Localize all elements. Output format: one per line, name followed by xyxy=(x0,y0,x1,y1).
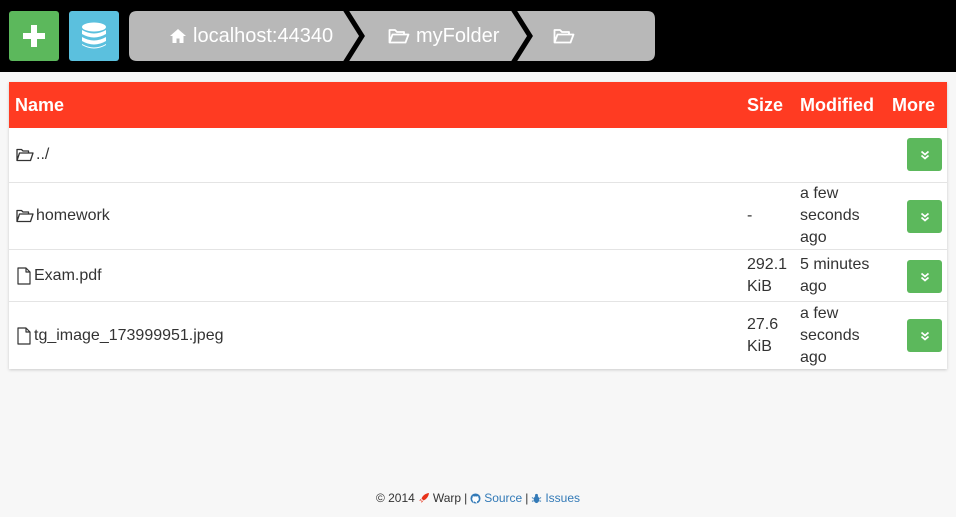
column-header-name[interactable]: Name xyxy=(15,82,64,128)
file-table: Name Size Modified More ../ homework - a… xyxy=(9,82,947,369)
file-name: homework xyxy=(36,207,110,224)
folder-open-icon xyxy=(388,29,410,44)
column-header-more: More xyxy=(892,95,936,115)
file-name: tg_image_173999951.jpeg xyxy=(34,326,224,344)
more-button[interactable] xyxy=(907,138,942,171)
database-button[interactable] xyxy=(69,11,119,61)
table-row: ../ xyxy=(9,128,947,182)
file-name-cell[interactable]: ../ xyxy=(16,128,49,182)
file-size: 27.6 KiB xyxy=(747,315,779,355)
database-icon xyxy=(82,22,106,49)
breadcrumb-label: localhost:44340 xyxy=(193,24,334,47)
file-size: - xyxy=(747,207,753,224)
table-row: homework - a few seconds ago xyxy=(9,182,947,249)
column-header-size[interactable]: Size xyxy=(747,82,783,128)
file-size: 292.1 KiB xyxy=(747,255,788,295)
top-navbar: localhost:44340 myFolder xyxy=(0,0,956,72)
double-chevron-down-icon xyxy=(920,150,929,160)
rocket-icon xyxy=(418,493,429,503)
double-chevron-down-icon xyxy=(920,331,929,341)
folder-open-icon xyxy=(553,29,575,44)
issues-link[interactable]: Issues xyxy=(545,491,580,505)
add-button[interactable] xyxy=(9,11,59,61)
column-header-modified[interactable]: Modified xyxy=(800,82,874,128)
breadcrumb: localhost:44340 myFolder xyxy=(129,11,655,61)
file-modified: 5 minutes ago xyxy=(800,255,870,295)
breadcrumb-item-home[interactable]: localhost:44340 xyxy=(169,11,333,61)
breadcrumb-item-current[interactable] xyxy=(553,11,581,61)
file-name-cell[interactable]: homework xyxy=(16,183,110,249)
breadcrumb-item-myfolder[interactable]: myFolder xyxy=(388,11,499,61)
home-icon xyxy=(170,29,186,43)
double-chevron-down-icon xyxy=(920,212,929,222)
more-button[interactable] xyxy=(907,200,942,233)
file-icon xyxy=(17,266,31,285)
breadcrumb-label: myFolder xyxy=(416,24,500,47)
source-link[interactable]: Source xyxy=(484,491,522,505)
file-icon xyxy=(17,326,31,345)
file-name: ../ xyxy=(36,146,50,163)
table-header: Name Size Modified More xyxy=(9,82,947,128)
table-row: Exam.pdf 292.1 KiB 5 minutes ago xyxy=(9,249,947,301)
double-chevron-down-icon xyxy=(920,272,929,282)
file-name: Exam.pdf xyxy=(34,266,102,284)
file-name-cell[interactable]: tg_image_173999951.jpeg xyxy=(16,302,224,369)
more-button[interactable] xyxy=(907,260,942,293)
copyright-text: © 2014 xyxy=(375,491,415,505)
file-name-cell[interactable]: Exam.pdf xyxy=(16,250,102,301)
footer-separator: | xyxy=(525,491,529,505)
file-size xyxy=(747,128,795,182)
github-icon xyxy=(470,492,481,504)
file-modified: a few seconds ago xyxy=(800,304,860,366)
footer: © 2014 Warp | Source | Issues xyxy=(0,491,956,505)
footer-separator: | xyxy=(464,491,468,505)
more-button[interactable] xyxy=(907,319,942,352)
plus-icon xyxy=(23,25,45,47)
folder-open-icon xyxy=(16,209,34,223)
file-modified xyxy=(800,128,890,182)
table-row: tg_image_173999951.jpeg 27.6 KiB a few s… xyxy=(9,301,947,369)
app-name: Warp xyxy=(432,491,462,505)
bug-icon xyxy=(532,493,542,503)
folder-open-icon xyxy=(16,148,34,162)
file-modified: a few seconds ago xyxy=(800,185,860,246)
